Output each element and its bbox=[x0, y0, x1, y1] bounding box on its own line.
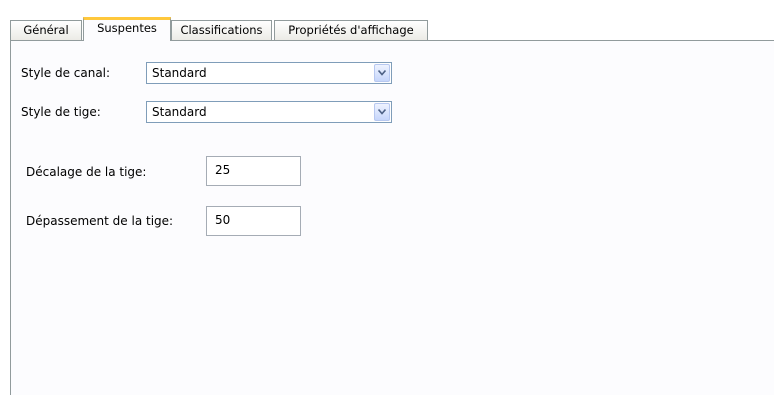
rod-offset-value: 25 bbox=[215, 163, 231, 177]
tab-suspentes[interactable]: Suspentes bbox=[83, 17, 171, 41]
tab-classifications-label: Classifications bbox=[180, 23, 263, 37]
properties-dialog: Général Suspentes Classifications Propri… bbox=[0, 0, 774, 395]
rod-extension-label: Dépassement de la tige: bbox=[26, 214, 174, 228]
chevron-down-icon[interactable] bbox=[374, 103, 390, 121]
tab-general-label: Général bbox=[23, 23, 69, 37]
channel-style-label: Style de canal: bbox=[21, 66, 111, 80]
tab-display-properties[interactable]: Propriétés d'affichage bbox=[274, 20, 428, 40]
channel-style-select[interactable]: Standard bbox=[146, 62, 392, 84]
rod-style-value: Standard bbox=[152, 105, 207, 119]
chevron-down-icon[interactable] bbox=[374, 64, 390, 82]
rod-extension-input[interactable]: 50 bbox=[206, 206, 301, 236]
rod-offset-label: Décalage de la tige: bbox=[26, 165, 147, 179]
rod-style-label: Style de tige: bbox=[21, 105, 101, 119]
rod-style-select[interactable]: Standard bbox=[146, 101, 392, 123]
tab-strip: Général Suspentes Classifications Propri… bbox=[10, 0, 774, 41]
tab-classifications[interactable]: Classifications bbox=[171, 20, 272, 40]
tab-panel-suspentes: Style de canal: Standard Style de tige: … bbox=[10, 40, 774, 395]
tab-general[interactable]: Général bbox=[10, 20, 82, 40]
tab-suspentes-label: Suspentes bbox=[97, 21, 157, 35]
channel-style-value: Standard bbox=[152, 66, 207, 80]
rod-extension-value: 50 bbox=[215, 213, 231, 227]
tab-display-properties-label: Propriétés d'affichage bbox=[288, 23, 414, 37]
rod-offset-input[interactable]: 25 bbox=[206, 156, 301, 186]
